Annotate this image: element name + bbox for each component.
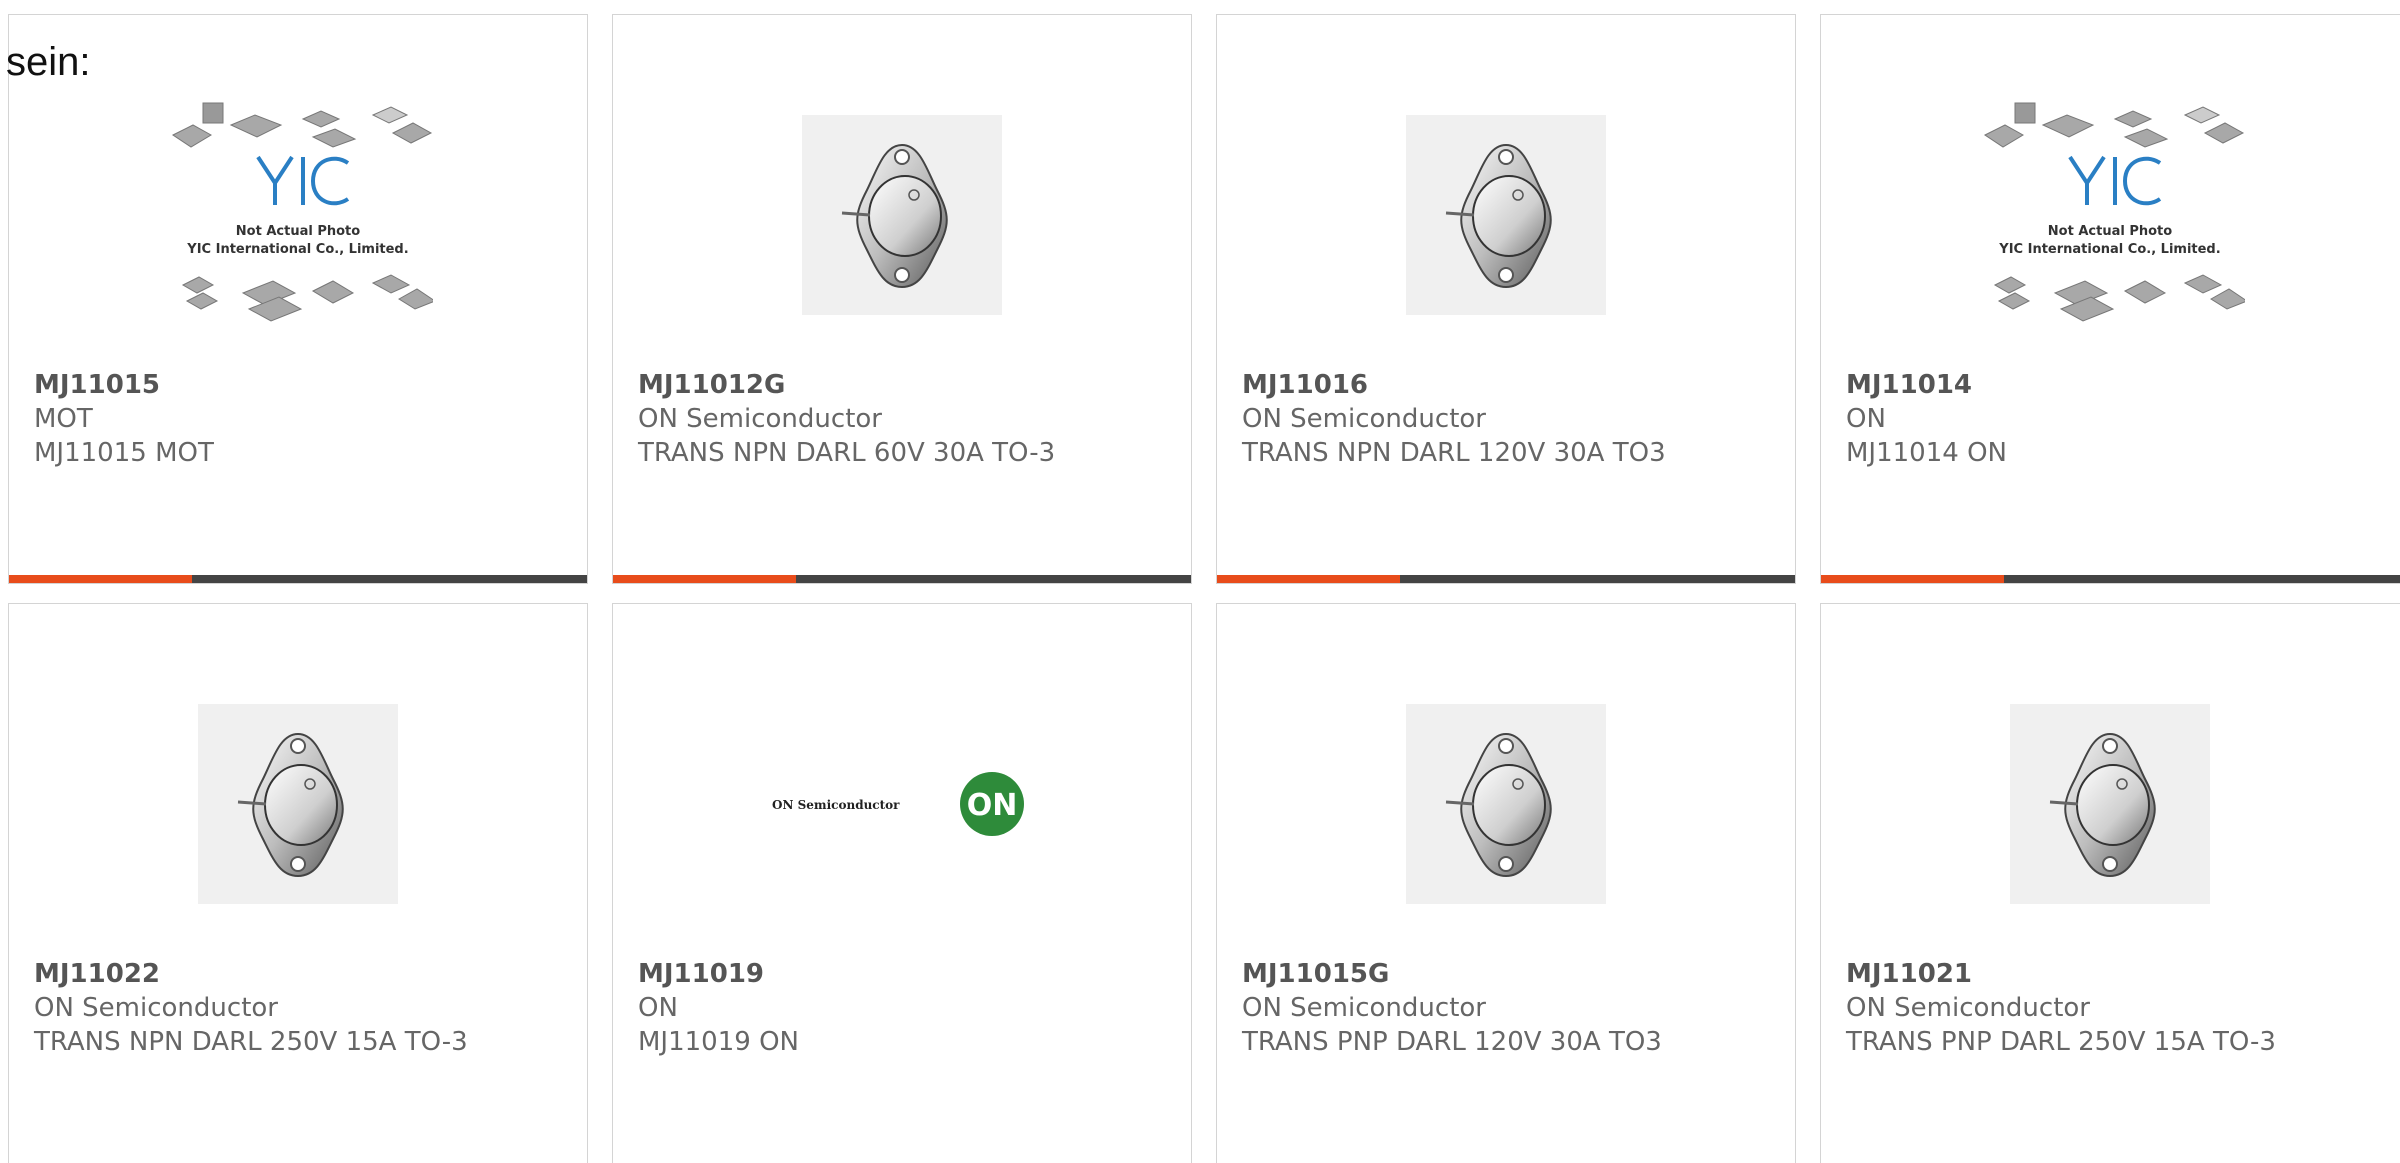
card-bottom-bar <box>9 575 587 583</box>
description: MJ11014 ON <box>1846 438 2007 468</box>
product-card[interactable]: MJ11016 ON Semiconductor TRANS NPN DARL … <box>1216 14 1796 584</box>
svg-text:ON Semiconductor: ON Semiconductor <box>772 798 900 812</box>
manufacturer: ON <box>638 993 678 1023</box>
product-info: MJ11015G ON Semiconductor TRANS PNP DARL… <box>1242 957 1662 1059</box>
part-number-link[interactable]: MJ11021 <box>1846 957 2276 991</box>
svg-text:Not Actual Photo: Not Actual Photo <box>2048 224 2172 239</box>
svg-text:YIC International Co., Limited: YIC International Co., Limited. <box>1998 242 2220 257</box>
svg-text:Not Actual Photo: Not Actual Photo <box>236 224 360 239</box>
product-card[interactable]: MJ11015G ON Semiconductor TRANS PNP DARL… <box>1216 603 1796 1163</box>
transistor-photo <box>1406 115 1606 315</box>
description: MJ11015 MOT <box>34 438 214 468</box>
heading-fragment: sein: <box>6 40 91 84</box>
card-accent-bar <box>9 575 192 583</box>
product-image[interactable] <box>1217 75 1795 355</box>
to3-transistor-icon <box>237 732 344 878</box>
product-card[interactable]: ON Semiconductor ON MJ11019 ON MJ11019 O… <box>612 603 1192 1163</box>
description: TRANS NPN DARL 250V 15A TO-3 <box>34 1027 468 1057</box>
manufacturer: ON Semiconductor <box>1242 404 1486 434</box>
product-info: MJ11012G ON Semiconductor TRANS NPN DARL… <box>638 368 1055 470</box>
part-number-link[interactable]: MJ11015G <box>1242 957 1662 991</box>
manufacturer: ON Semiconductor <box>1242 993 1486 1023</box>
product-info: MJ11019 ON MJ11019 ON <box>638 957 799 1059</box>
description: MJ11019 ON <box>638 1027 799 1057</box>
product-card[interactable]: MJ11012G ON Semiconductor TRANS NPN DARL… <box>612 14 1192 584</box>
manufacturer: ON <box>1846 404 1886 434</box>
yic-placeholder-icon: Not Actual Photo YIC International Co., … <box>1984 102 2245 322</box>
product-image[interactable] <box>9 664 587 944</box>
part-number-link[interactable]: MJ11014 <box>1846 368 2007 402</box>
product-info: MJ11021 ON Semiconductor TRANS PNP DARL … <box>1846 957 2276 1059</box>
on-semiconductor-logo: ON Semiconductor ON <box>772 772 1024 836</box>
product-image[interactable]: Not Actual Photo YIC International Co., … <box>1821 75 2399 355</box>
part-number-link[interactable]: MJ11022 <box>34 957 468 991</box>
description: TRANS NPN DARL 120V 30A TO3 <box>1242 438 1666 468</box>
product-info: MJ11015 MOT MJ11015 MOT <box>34 368 214 470</box>
product-card[interactable]: MJ11021 ON Semiconductor TRANS PNP DARL … <box>1820 603 2400 1163</box>
manufacturer: ON Semiconductor <box>638 404 882 434</box>
product-image[interactable] <box>613 75 1191 355</box>
product-image[interactable]: ON Semiconductor ON <box>613 664 1191 944</box>
part-number-link[interactable]: MJ11015 <box>34 368 214 402</box>
card-bottom-bar <box>613 575 1191 583</box>
to3-transistor-icon <box>1445 732 1552 878</box>
product-grid-page: sein: Not Actual Photo YIC International… <box>0 0 2400 1163</box>
product-info: MJ11022 ON Semiconductor TRANS NPN DARL … <box>34 957 468 1059</box>
card-accent-bar <box>1821 575 2004 583</box>
description: TRANS PNP DARL 250V 15A TO-3 <box>1846 1027 2276 1057</box>
product-info: MJ11016 ON Semiconductor TRANS NPN DARL … <box>1242 368 1666 470</box>
product-image[interactable]: Not Actual Photo YIC International Co., … <box>9 75 587 355</box>
manufacturer: ON Semiconductor <box>1846 993 2090 1023</box>
product-card[interactable]: Not Actual Photo YIC International Co., … <box>1820 14 2400 584</box>
yic-placeholder-icon: Not Actual Photo YIC International Co., … <box>172 102 433 322</box>
to3-transistor-icon <box>1445 143 1552 289</box>
product-info: MJ11014 ON MJ11014 ON <box>1846 368 2007 470</box>
transistor-photo <box>198 704 398 904</box>
description: TRANS PNP DARL 120V 30A TO3 <box>1242 1027 1662 1057</box>
transistor-photo <box>802 115 1002 315</box>
part-number-link[interactable]: MJ11016 <box>1242 368 1666 402</box>
svg-text:ON: ON <box>967 788 1018 823</box>
description: TRANS NPN DARL 60V 30A TO-3 <box>638 438 1056 468</box>
card-bottom-bar <box>1217 575 1795 583</box>
manufacturer: ON Semiconductor <box>34 993 278 1023</box>
transistor-photo <box>1406 704 1606 904</box>
manufacturer: MOT <box>34 404 93 434</box>
svg-text:YIC International Co., Limited: YIC International Co., Limited. <box>186 242 408 257</box>
product-card[interactable]: Not Actual Photo YIC International Co., … <box>8 14 588 584</box>
to3-transistor-icon <box>841 143 948 289</box>
product-image[interactable] <box>1217 664 1795 944</box>
card-accent-bar <box>1217 575 1400 583</box>
product-image[interactable] <box>1821 664 2399 944</box>
card-bottom-bar <box>1821 575 2400 583</box>
part-number-link[interactable]: MJ11019 <box>638 957 799 991</box>
transistor-photo <box>2010 704 2210 904</box>
part-number-link[interactable]: MJ11012G <box>638 368 1055 402</box>
to3-transistor-icon <box>2049 732 2156 878</box>
product-card[interactable]: MJ11022 ON Semiconductor TRANS NPN DARL … <box>8 603 588 1163</box>
card-accent-bar <box>613 575 796 583</box>
